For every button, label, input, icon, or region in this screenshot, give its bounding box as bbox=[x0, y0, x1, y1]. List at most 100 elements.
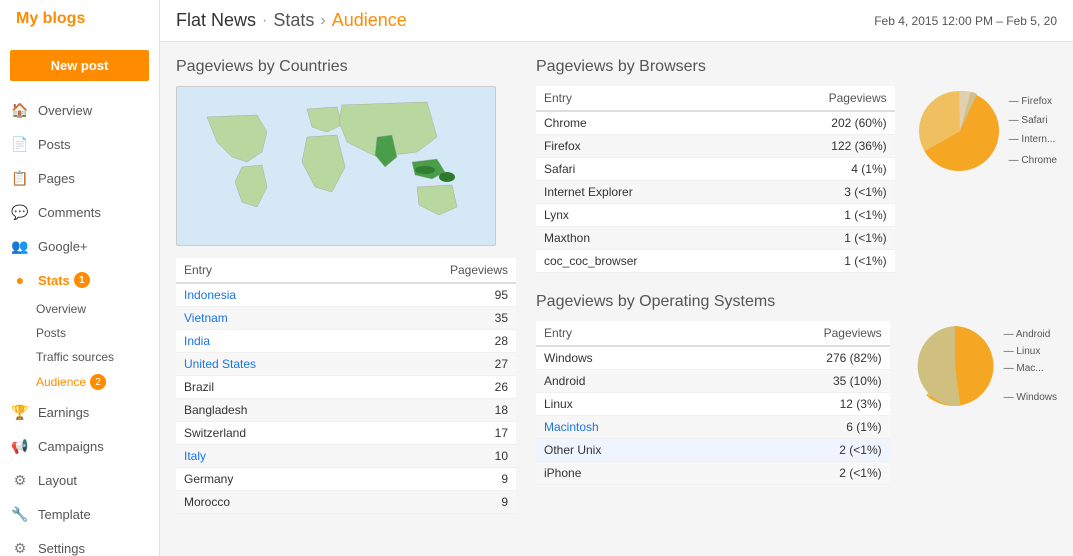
date-range: Feb 4, 2015 12:00 PM – Feb 5, 20 bbox=[874, 14, 1057, 28]
os-legend-windows: — Windows bbox=[1004, 392, 1057, 403]
os-col-entry: Entry bbox=[536, 321, 712, 346]
countries-table-row: Switzerland17 bbox=[176, 422, 516, 445]
browsers-pie-wrapper: — Firefox — Safari — Intern... — Chrome bbox=[915, 86, 1057, 176]
browsers-col-pageviews: Pageviews bbox=[750, 86, 895, 111]
countries-table-row: India28 bbox=[176, 330, 516, 353]
os-entry-cell: Linux bbox=[536, 393, 712, 416]
countries-entry-cell[interactable]: Vietnam bbox=[176, 307, 361, 330]
os-table-row: Other Unix2 (<1%) bbox=[536, 439, 890, 462]
countries-table-row: United States27 bbox=[176, 353, 516, 376]
sub-nav-posts[interactable]: Posts bbox=[28, 321, 159, 345]
sidebar-item-template[interactable]: 🔧 Template bbox=[0, 497, 159, 531]
countries-pageviews-cell: 27 bbox=[361, 353, 516, 376]
main-content: Flat News · Stats › Audience Feb 4, 2015… bbox=[160, 0, 1073, 556]
os-entry-cell: Other Unix bbox=[536, 439, 712, 462]
sidebar-nav: 🏠 Overview 📄 Posts 📋 Pages 💬 Comments 👥 … bbox=[0, 93, 159, 556]
browsers-legend-firefox: — Firefox bbox=[1009, 96, 1057, 107]
world-map bbox=[176, 86, 496, 246]
browsers-legend-ie: — Intern... bbox=[1009, 134, 1057, 145]
my-blogs-link[interactable]: My blogs bbox=[0, 0, 159, 38]
countries-col-pageviews: Pageviews bbox=[361, 258, 516, 283]
countries-col-entry: Entry bbox=[176, 258, 361, 283]
countries-table-row: Bangladesh18 bbox=[176, 399, 516, 422]
os-table-row: Linux12 (3%) bbox=[536, 393, 890, 416]
breadcrumb-stats[interactable]: Stats bbox=[273, 10, 314, 31]
sub-nav-label-overview: Overview bbox=[36, 302, 86, 316]
sidebar-item-campaigns[interactable]: 📢 Campaigns bbox=[0, 429, 159, 463]
os-section: Pageviews by Operating Systems Entry Pag… bbox=[536, 293, 1057, 485]
countries-table-row: Vietnam35 bbox=[176, 307, 516, 330]
os-pageviews-cell: 6 (1%) bbox=[712, 416, 890, 439]
os-table-row: Windows276 (82%) bbox=[536, 346, 890, 370]
os-table-wrapper: Entry Pageviews Windows276 (82%)Android3… bbox=[536, 321, 890, 485]
countries-pageviews-cell: 95 bbox=[361, 283, 516, 307]
os-pie-chart bbox=[910, 321, 1000, 411]
countries-pageviews-cell: 35 bbox=[361, 307, 516, 330]
browsers-table-row: Firefox122 (36%) bbox=[536, 135, 895, 158]
browsers-entry-cell: Internet Explorer bbox=[536, 181, 750, 204]
browsers-pageviews-cell: 1 (<1%) bbox=[750, 250, 895, 273]
sidebar-item-google-plus[interactable]: 👥 Google+ bbox=[0, 229, 159, 263]
browsers-pageviews-cell: 1 (<1%) bbox=[750, 204, 895, 227]
breadcrumb-audience[interactable]: Audience bbox=[332, 10, 407, 31]
countries-entry-cell: Switzerland bbox=[176, 422, 361, 445]
sub-nav-label-posts: Posts bbox=[36, 326, 66, 340]
browsers-entry-cell: coc_coc_browser bbox=[536, 250, 750, 273]
browsers-legend-chrome: — Chrome bbox=[1009, 155, 1057, 166]
countries-table: Entry Pageviews Indonesia95Vietnam35Indi… bbox=[176, 258, 516, 514]
countries-pageviews-cell: 17 bbox=[361, 422, 516, 445]
os-chart-section: Entry Pageviews Windows276 (82%)Android3… bbox=[536, 321, 1057, 485]
sidebar-item-earnings[interactable]: 🏆 Earnings bbox=[0, 395, 159, 429]
sidebar-item-posts[interactable]: 📄 Posts bbox=[0, 127, 159, 161]
comments-icon: 💬 bbox=[10, 202, 30, 222]
sidebar-label-stats: Stats bbox=[38, 273, 70, 288]
sub-nav-traffic[interactable]: Traffic sources bbox=[28, 345, 159, 369]
content-area: Pageviews by Countries bbox=[160, 42, 1073, 556]
earnings-icon: 🏆 bbox=[10, 402, 30, 422]
sidebar-label-campaigns: Campaigns bbox=[38, 439, 104, 454]
settings-icon: ⚙ bbox=[10, 538, 30, 556]
countries-entry-cell[interactable]: Indonesia bbox=[176, 283, 361, 307]
pages-icon: 📋 bbox=[10, 168, 30, 188]
campaigns-icon: 📢 bbox=[10, 436, 30, 456]
countries-entry-cell[interactable]: India bbox=[176, 330, 361, 353]
sidebar-item-settings[interactable]: ⚙ Settings bbox=[0, 531, 159, 556]
stats-icon: ● bbox=[10, 270, 30, 290]
browsers-entry-cell: Chrome bbox=[536, 111, 750, 135]
countries-entry-cell[interactable]: Italy bbox=[176, 445, 361, 468]
sidebar-item-overview[interactable]: 🏠 Overview bbox=[0, 93, 159, 127]
breadcrumb-sep1: · bbox=[262, 12, 267, 30]
sidebar-item-comments[interactable]: 💬 Comments bbox=[0, 195, 159, 229]
page-header: Flat News · Stats › Audience Feb 4, 2015… bbox=[160, 0, 1073, 42]
browsers-table-row: Maxthon1 (<1%) bbox=[536, 227, 895, 250]
browsers-legend-safari: — Safari bbox=[1009, 115, 1057, 126]
browsers-entry-cell: Firefox bbox=[536, 135, 750, 158]
os-title: Pageviews by Operating Systems bbox=[536, 293, 1057, 311]
sub-nav-label-audience: Audience bbox=[36, 375, 86, 389]
sidebar-label-overview: Overview bbox=[38, 103, 92, 118]
sidebar-label-earnings: Earnings bbox=[38, 405, 89, 420]
browsers-pageviews-cell: 3 (<1%) bbox=[750, 181, 895, 204]
browsers-title: Pageviews by Browsers bbox=[536, 58, 1057, 76]
sidebar-item-stats[interactable]: ● Stats 1 bbox=[0, 263, 159, 297]
countries-pageviews-cell: 26 bbox=[361, 376, 516, 399]
sub-nav-overview[interactable]: Overview bbox=[28, 297, 159, 321]
blog-name[interactable]: Flat News bbox=[176, 10, 256, 31]
sidebar-label-settings: Settings bbox=[38, 541, 85, 556]
stats-badge: 1 bbox=[74, 272, 90, 288]
sidebar-item-layout[interactable]: ⚙ Layout bbox=[0, 463, 159, 497]
os-entry-cell[interactable]: Macintosh bbox=[536, 416, 712, 439]
countries-table-row: Indonesia95 bbox=[176, 283, 516, 307]
browsers-pageviews-cell: 4 (1%) bbox=[750, 158, 895, 181]
sidebar-item-pages[interactable]: 📋 Pages bbox=[0, 161, 159, 195]
os-entry-cell: Android bbox=[536, 370, 712, 393]
browsers-table-row: Chrome202 (60%) bbox=[536, 111, 895, 135]
breadcrumb-arrow: › bbox=[320, 12, 325, 30]
browsers-pageviews-cell: 122 (36%) bbox=[750, 135, 895, 158]
browsers-pageviews-cell: 202 (60%) bbox=[750, 111, 895, 135]
sub-nav-audience[interactable]: Audience 2 bbox=[28, 369, 159, 395]
new-post-button[interactable]: New post bbox=[10, 50, 149, 81]
browsers-chart-section: Entry Pageviews Chrome202 (60%)Firefox12… bbox=[536, 86, 1057, 273]
countries-entry-cell[interactable]: United States bbox=[176, 353, 361, 376]
browsers-entry-cell: Safari bbox=[536, 158, 750, 181]
